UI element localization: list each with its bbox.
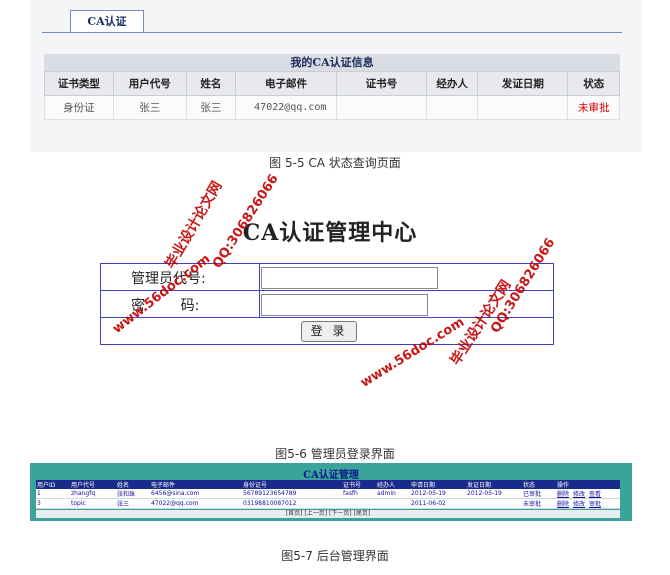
col-cert-no: 证书号 bbox=[335, 71, 427, 96]
cell-name: 张三 bbox=[116, 498, 150, 509]
col-cert-no: 证书号 bbox=[342, 480, 376, 489]
cell-issue-date bbox=[477, 95, 569, 120]
delete-link[interactable]: 删除 bbox=[557, 501, 569, 508]
cell-status: 未审批 bbox=[522, 498, 556, 509]
table-header-row: 证书类型 用户代号 姓名 电子邮件 证书号 经办人 发证日期 状态 bbox=[44, 71, 620, 96]
form-column-divider bbox=[259, 264, 260, 317]
col-issue-date: 发证日期 bbox=[466, 480, 522, 489]
col-email: 电子邮件 bbox=[150, 480, 242, 489]
cell-email: 47022@qq.com bbox=[150, 498, 242, 509]
edit-link[interactable]: 修改 bbox=[573, 491, 585, 498]
pagination[interactable]: [首页] [上一页] [下一页] [尾页] bbox=[36, 510, 620, 518]
cell-issue-date bbox=[466, 498, 522, 509]
cell-apply-date: 2011-06-02 bbox=[410, 498, 466, 509]
figure-caption-5-5: 图 5-5 CA 状态查询页面 bbox=[269, 156, 401, 170]
cell-email: 47022@qq.com bbox=[235, 95, 337, 120]
col-user-code: 用户代号 bbox=[112, 71, 187, 96]
col-cert-type: 证书类型 bbox=[44, 71, 114, 96]
col-handler: 经办人 bbox=[425, 71, 479, 96]
col-id-number: 身份证号 bbox=[242, 480, 342, 489]
ca-info-table-title: 我的CA认证信息 bbox=[44, 54, 620, 71]
table-row: 身份证 张三 张三 47022@qq.com 未审批 bbox=[44, 95, 620, 120]
view-link[interactable]: 查看 bbox=[589, 491, 601, 498]
ca-info-table: 我的CA认证信息 证书类型 用户代号 姓名 电子邮件 证书号 经办人 发证日期 … bbox=[44, 54, 620, 120]
cell-handler: admin bbox=[376, 489, 410, 499]
cell-cert-no: fasfh bbox=[342, 489, 376, 499]
col-user-id: 用户ID bbox=[36, 480, 70, 489]
col-status: 状态 bbox=[522, 480, 556, 489]
cell-issue-date: 2012-05-19 bbox=[466, 489, 522, 499]
admin-title: CA认证管理 bbox=[303, 470, 359, 481]
delete-link[interactable]: 删除 bbox=[557, 491, 569, 498]
cell-status: 已审批 bbox=[522, 489, 556, 499]
cell-status: 未审批 bbox=[567, 95, 620, 120]
edit-link[interactable]: 修改 bbox=[573, 501, 585, 508]
col-name: 姓名 bbox=[185, 71, 237, 96]
tab-divider bbox=[42, 32, 622, 33]
cell-operations: 删除 修改 审批 bbox=[556, 498, 620, 509]
col-status: 状态 bbox=[567, 71, 620, 96]
admin-table: 用户ID 用户代号 姓名 电子邮件 身份证号 证书号 经办人 申请日期 发证日期… bbox=[36, 480, 620, 509]
col-handler: 经办人 bbox=[376, 480, 410, 489]
cell-operations: 删除 修改 查看 bbox=[556, 489, 620, 499]
approve-link[interactable]: 审批 bbox=[589, 501, 601, 508]
cell-cert-no bbox=[342, 498, 376, 509]
cell-user-id[interactable]: 1 bbox=[36, 489, 70, 499]
cell-user-code: zhangfq bbox=[70, 489, 116, 499]
cell-id-number: 56789123654789 bbox=[242, 489, 342, 499]
table-row: 3 topic 张三 47022@qq.com 03198810087012 2… bbox=[36, 498, 620, 509]
admin-code-input[interactable] bbox=[261, 267, 438, 289]
cell-user-code: topic bbox=[70, 498, 116, 509]
col-user-code: 用户代号 bbox=[70, 480, 116, 489]
col-apply-date: 申请日期 bbox=[410, 480, 466, 489]
cell-email: 6456@sina.com bbox=[150, 489, 242, 499]
cell-handler bbox=[376, 498, 410, 509]
cell-name: 张和珠 bbox=[116, 489, 150, 499]
login-button[interactable]: 登 录 bbox=[301, 321, 357, 342]
cell-user-code: 张三 bbox=[112, 95, 187, 120]
col-name: 姓名 bbox=[116, 480, 150, 489]
cell-user-id[interactable]: 3 bbox=[36, 498, 70, 509]
tab-ca-auth[interactable]: CA认证 bbox=[70, 10, 144, 33]
cell-handler bbox=[425, 95, 479, 120]
cell-cert-type: 身份证 bbox=[44, 95, 114, 120]
figure-caption-5-6: 图5-6 管理员登录界面 bbox=[275, 447, 395, 461]
cell-apply-date: 2012-05-19 bbox=[410, 489, 466, 499]
col-issue-date: 发证日期 bbox=[477, 71, 569, 96]
cell-name: 张三 bbox=[185, 95, 237, 120]
cell-id-number: 03198810087012 bbox=[242, 498, 342, 509]
cell-cert-no bbox=[335, 95, 427, 120]
table-header-row: 用户ID 用户代号 姓名 电子邮件 身份证号 证书号 经办人 申请日期 发证日期… bbox=[36, 480, 620, 489]
col-email: 电子邮件 bbox=[235, 71, 337, 96]
password-input[interactable] bbox=[261, 294, 428, 316]
col-operations: 操作 bbox=[556, 480, 620, 489]
table-row: 1 zhangfq 张和珠 6456@sina.com 567891236547… bbox=[36, 489, 620, 499]
figure-caption-5-7: 图5-7 后台管理界面 bbox=[281, 549, 389, 563]
